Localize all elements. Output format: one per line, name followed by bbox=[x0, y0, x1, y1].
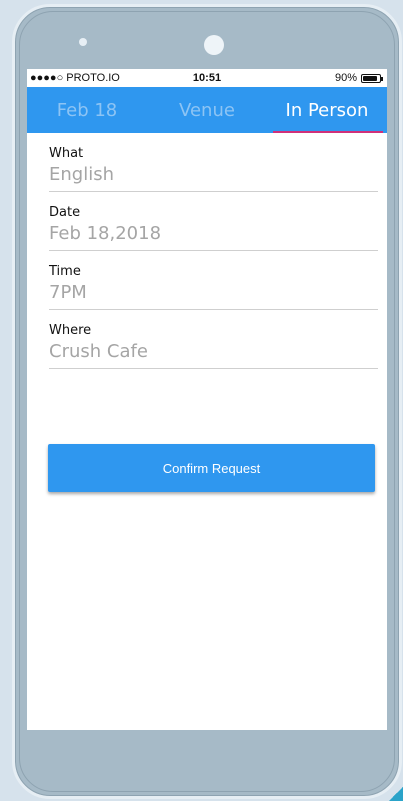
tab-feb-18[interactable]: Feb 18 bbox=[27, 87, 147, 133]
what-label: What bbox=[49, 146, 84, 161]
tab-venue[interactable]: Venue bbox=[147, 87, 267, 133]
corner-ribbon bbox=[389, 787, 403, 801]
where-label: Where bbox=[49, 323, 92, 338]
battery-icon bbox=[361, 73, 383, 83]
tab-label: In Person bbox=[285, 99, 369, 121]
what-input[interactable]: English bbox=[49, 163, 378, 192]
sensor-dot bbox=[79, 38, 87, 46]
carrier-label: ●●●●○ PROTO.IO bbox=[30, 72, 120, 84]
camera-icon bbox=[204, 35, 224, 55]
field-where: Where Crush Cafe bbox=[49, 322, 378, 369]
status-time: 10:51 bbox=[192, 72, 222, 84]
tab-bar: Feb 18 Venue In Person bbox=[27, 87, 387, 133]
field-time: Time 7PM bbox=[49, 263, 378, 310]
app-screen: ●●●●○ PROTO.IO 10:51 90% Feb 18 Venue In… bbox=[27, 69, 387, 730]
where-input[interactable]: Crush Cafe bbox=[49, 340, 378, 369]
battery-status: 90% bbox=[334, 72, 383, 84]
status-bar: ●●●●○ PROTO.IO 10:51 90% bbox=[27, 69, 387, 87]
request-form: What English Date Feb 18,2018 Time 7PM W… bbox=[27, 133, 387, 369]
tab-label: Feb 18 bbox=[56, 99, 118, 121]
date-label: Date bbox=[49, 205, 81, 220]
battery-percent: 90% bbox=[334, 72, 357, 84]
time-input[interactable]: 7PM bbox=[49, 281, 378, 310]
tab-in-person[interactable]: In Person bbox=[267, 87, 387, 133]
date-input[interactable]: Feb 18,2018 bbox=[49, 222, 378, 251]
battery-level bbox=[363, 75, 378, 81]
confirm-request-button[interactable]: Confirm Request bbox=[48, 444, 375, 492]
field-what: What English bbox=[49, 145, 378, 192]
field-date: Date Feb 18,2018 bbox=[49, 204, 378, 251]
time-label: Time bbox=[49, 264, 81, 279]
carrier-signal: ●●●●○ PROTO.IO bbox=[30, 72, 120, 84]
tab-label: Venue bbox=[179, 99, 235, 121]
